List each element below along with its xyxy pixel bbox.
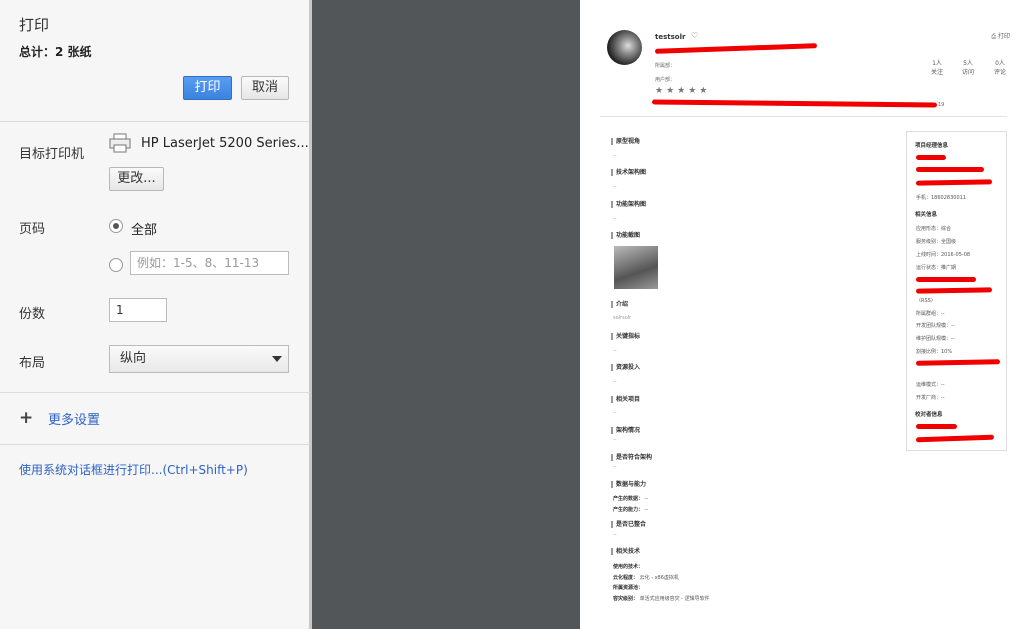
phone-item: 手机：18602830011 <box>916 195 966 201</box>
section-heading: 介绍 <box>611 301 628 308</box>
box-heading: 项目经理信息 <box>915 143 949 149</box>
redaction-mark <box>651 99 938 108</box>
destination-label: 目标打印机 <box>19 147 85 162</box>
trail-text: 19 <box>938 102 945 108</box>
change-printer-button[interactable]: 更改... <box>109 167 164 191</box>
dialog-title: 打印 <box>19 16 50 34</box>
avatar <box>607 30 642 65</box>
info-item: 服务级别：全国级 <box>916 239 957 245</box>
sheet-total: 总计：2 张纸 <box>19 45 92 59</box>
info-item: 运维模式：-- <box>916 382 945 388</box>
section-value: -- <box>613 153 617 159</box>
heart-icon: ♡ <box>691 31 699 40</box>
print-settings-panel: 打印 总计：2 张纸 打印 取消 目标打印机 HP LaserJet 5200 … <box>0 0 310 629</box>
redaction-mark <box>916 424 957 429</box>
redaction-mark <box>916 155 946 160</box>
redaction-mark <box>916 277 976 282</box>
info-item: 割接比例：10% <box>916 349 953 355</box>
section-value: -- <box>613 437 617 443</box>
tech-item: 使用的技术： <box>613 564 644 570</box>
more-settings-link[interactable]: 更多设置 <box>48 409 100 428</box>
tech-item: 所属资源池： <box>613 585 644 591</box>
pages-label: 页码 <box>19 222 46 237</box>
chevron-down-icon <box>272 356 282 362</box>
redaction-mark <box>654 43 818 54</box>
print-link: ⎙ 打印 <box>991 33 1010 40</box>
section-value: -- <box>613 410 617 416</box>
tech-item: 容灾级别： 单活式应用级容灾 - 逻辑导软件 <box>613 596 710 602</box>
info-item: 运行状态：推广期 <box>916 265 957 271</box>
divider <box>0 392 310 393</box>
section-value: -- <box>613 348 617 354</box>
data-item: 产生的数据： -- <box>613 496 649 502</box>
section-heading: 是否符合架构 <box>611 454 652 461</box>
pages-all-label: 全部 <box>131 223 158 238</box>
section-value: -- <box>613 464 617 470</box>
system-dialog-link[interactable]: 使用系统对话框进行打印...(Ctrl+Shift+P) <box>19 461 248 478</box>
section-value: -- <box>613 532 617 538</box>
copies-label: 份数 <box>19 307 46 322</box>
print-button[interactable]: 打印 <box>183 76 232 100</box>
stat-visit: 5人 访问 <box>961 60 974 76</box>
info-item: 所属群组：-- <box>916 311 945 317</box>
section-heading: 相关技术 <box>611 548 640 555</box>
info-item: 上线时间：2016-05-08 <box>916 252 971 258</box>
layout-select[interactable]: 纵向 <box>109 345 289 373</box>
printer-name: HP LaserJet 5200 Series... <box>141 136 309 151</box>
info-item: 开发团队规模：-- <box>916 323 955 329</box>
print-preview-page: testsolr ♡ ⎙ 打印 所属部： 用户部： 1人 关注 5人 访问 0人 评论… <box>580 0 1034 629</box>
pages-range-input[interactable]: 例如：1-5、8、11-13 <box>130 251 289 275</box>
section-heading: 原型视角 <box>611 138 640 145</box>
section-heading: 是否已整合 <box>611 521 646 528</box>
section-value: -- <box>613 379 617 385</box>
tech-item: 云化程度： 云化 - x86虚拟机 <box>613 575 679 581</box>
divider <box>0 444 310 445</box>
redaction-mark <box>916 167 984 172</box>
layout-label: 布局 <box>19 356 46 371</box>
divider <box>600 116 1007 117</box>
printer-icon <box>109 133 131 153</box>
cancel-button[interactable]: 取消 <box>241 76 289 100</box>
section-heading: 功能架构图 <box>611 201 646 208</box>
screenshot-image <box>614 246 658 289</box>
info-item: 应用形态：综合 <box>916 226 952 232</box>
owner-label: 所属部： <box>655 63 676 69</box>
section-value: -- <box>613 184 617 190</box>
section-value: -- <box>613 216 617 222</box>
stat-comment: 0人 评论 <box>993 60 1006 76</box>
username: testsolr <box>655 33 686 41</box>
print-header: 打印 总计：2 张纸 打印 取消 <box>0 0 309 122</box>
pages-custom-radio[interactable] <box>109 258 123 272</box>
box-heading: 校对者信息 <box>915 412 943 418</box>
copies-input[interactable]: 1 <box>109 298 167 322</box>
section-heading: 技术架构图 <box>611 169 646 176</box>
section-heading: 功能截图 <box>611 232 640 239</box>
pages-all-radio[interactable] <box>109 219 123 233</box>
intro-text: solrsolr <box>613 315 632 321</box>
plus-icon[interactable]: + <box>19 408 33 428</box>
stat-follow: 1人 关注 <box>930 60 943 76</box>
info-item: 开发厂商：-- <box>916 395 945 401</box>
section-heading: 架构情况 <box>611 427 640 434</box>
section-heading: 相关项目 <box>611 396 640 403</box>
section-heading: 数据与能力 <box>611 481 646 488</box>
info-item: （RSS） <box>916 298 936 304</box>
data-item: 产生的能力： -- <box>613 507 649 513</box>
section-heading: 资源投入 <box>611 364 640 371</box>
layout-value: 纵向 <box>120 351 147 366</box>
box-heading: 相关信息 <box>915 212 938 218</box>
info-item: 维护团队规模：-- <box>916 336 955 342</box>
panel-border <box>310 0 312 629</box>
section-heading: 关键指标 <box>611 333 640 340</box>
rating-stars: ★★★★★ <box>655 86 711 96</box>
user-label: 用户部： <box>655 77 676 83</box>
